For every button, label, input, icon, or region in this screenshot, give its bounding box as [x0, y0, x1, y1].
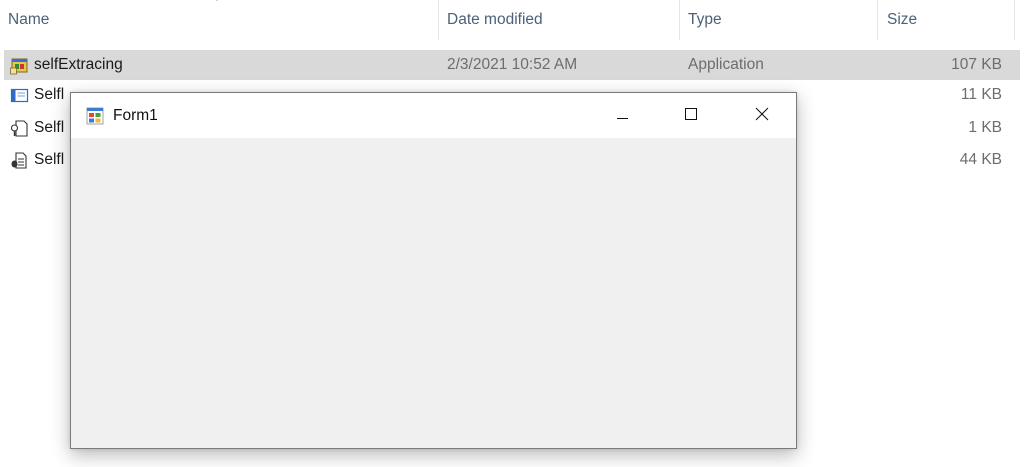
debug-data-icon: [11, 152, 27, 169]
file-date: 2/3/2021 10:52 AM: [447, 56, 578, 73]
minimize-button[interactable]: [599, 93, 645, 138]
column-header-row: Name Date modified Type Size: [0, 0, 1024, 40]
column-divider[interactable]: [1014, 0, 1015, 40]
window-title: Form1: [113, 107, 158, 124]
file-name: Selfl: [34, 119, 65, 136]
file-size: 11 KB: [960, 86, 1002, 103]
column-header-date-modified[interactable]: Date modified: [447, 9, 543, 31]
file-row[interactable]: selfExtracing 2/3/2021 10:52 AM Applicat…: [4, 50, 1020, 80]
file-size: 44 KB: [959, 151, 1002, 168]
file-name: Selfl: [34, 86, 65, 103]
application-icon: [10, 58, 28, 75]
column-divider[interactable]: [877, 0, 878, 40]
close-button[interactable]: [740, 93, 786, 138]
column-divider[interactable]: [679, 0, 680, 40]
file-name: selfExtracing: [34, 56, 123, 73]
form-client-area[interactable]: [71, 138, 796, 448]
window-titlebar[interactable]: Form1: [71, 93, 796, 138]
file-size: 107 KB: [951, 56, 1002, 73]
config-file-icon: [10, 120, 28, 137]
column-divider[interactable]: [438, 0, 439, 40]
column-header-name[interactable]: Name: [8, 9, 49, 31]
form1-window[interactable]: Form1: [70, 92, 797, 449]
column-header-type[interactable]: Type: [688, 9, 722, 31]
file-size: 1 KB: [968, 119, 1002, 136]
sort-ascending-icon: [216, 0, 218, 1]
file-name: Selfl: [34, 151, 65, 168]
column-header-size[interactable]: Size: [887, 9, 917, 31]
maximize-button[interactable]: [671, 93, 717, 138]
close-icon: [755, 107, 769, 121]
winforms-app-icon: [86, 107, 104, 125]
minimize-icon: [617, 118, 628, 119]
window-app-icon: [10, 88, 29, 103]
file-type: Application: [688, 56, 764, 73]
maximize-icon: [685, 108, 697, 120]
